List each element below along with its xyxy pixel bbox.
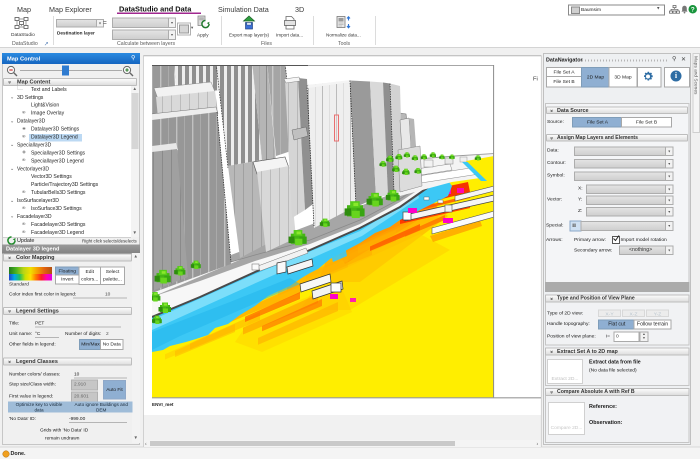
svg-text:Fi: Fi [533, 77, 538, 83]
svg-text:ENVI_met: ENVI_met [152, 402, 174, 407]
